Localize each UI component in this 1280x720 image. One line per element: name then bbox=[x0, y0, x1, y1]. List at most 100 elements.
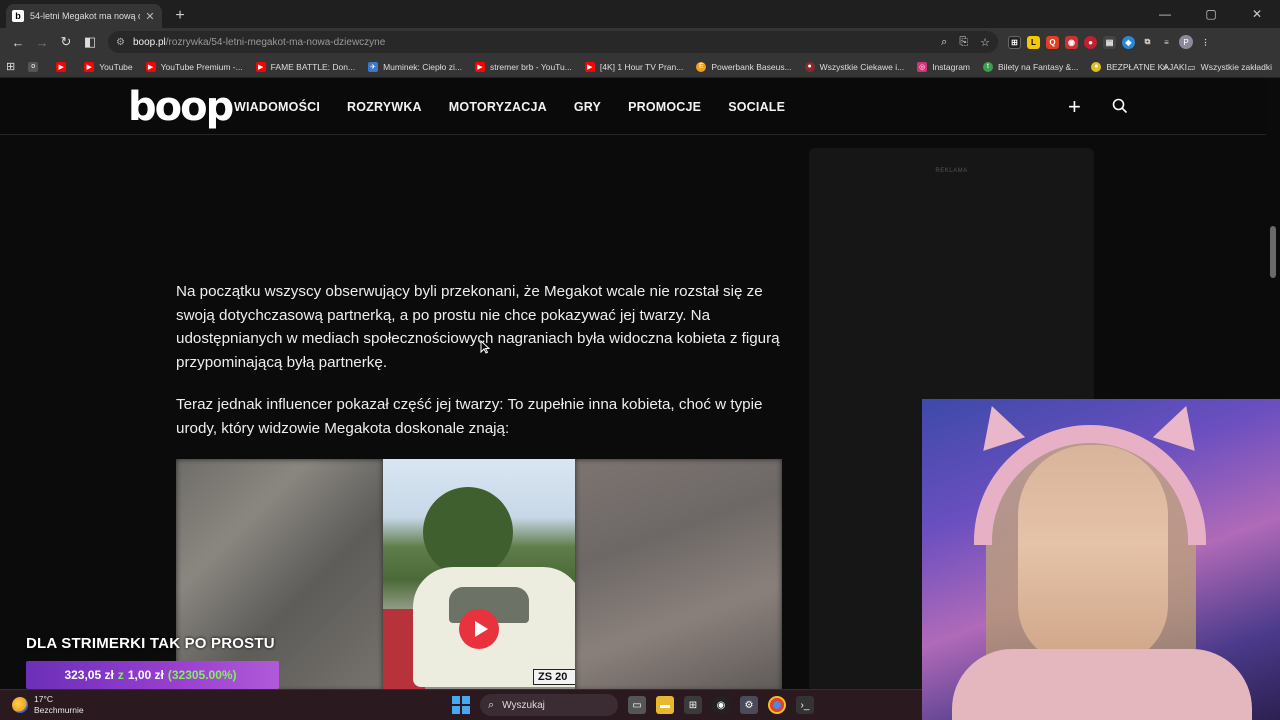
tab-close-icon[interactable]: ✕ bbox=[144, 10, 156, 23]
tab-title: 54-letni Megakot ma nową dzie bbox=[30, 11, 140, 21]
site-header: boop WIADOMOŚCI ROZRYWKA MOTORYZACJA GRY… bbox=[0, 79, 1280, 135]
nav-item-promocje[interactable]: PROMOCJE bbox=[628, 100, 701, 114]
bookmark-label: Instagram bbox=[932, 61, 970, 72]
url-path: /rozrywka/54-letni-megakot-ma-nowa-dziew… bbox=[165, 36, 386, 48]
steam-icon: ✈ bbox=[368, 61, 379, 72]
webcam-overlay bbox=[922, 399, 1280, 720]
scrollbar-thumb[interactable] bbox=[1270, 226, 1276, 278]
tab-active[interactable]: b 54-letni Megakot ma nową dzie ✕ bbox=[6, 4, 162, 28]
nav-item-sociale[interactable]: SOCIALE bbox=[728, 100, 785, 114]
taskbar-search-input[interactable]: ⌕ Wyszukaj bbox=[480, 694, 618, 716]
bookmark-item[interactable]: ▶ YouTube Premium -... bbox=[145, 61, 243, 72]
bookmark-label: YouTube bbox=[99, 61, 133, 72]
bookmark-star-icon[interactable]: ☆ bbox=[980, 36, 990, 49]
forward-arrow-icon[interactable]: → bbox=[30, 30, 54, 54]
donation-goal-widget: DLA STRIMERKI TAK PO PROSTU 323,05 zł z … bbox=[26, 635, 279, 689]
bookmark-item[interactable]: t Bilety na Fantasy &... bbox=[983, 61, 1078, 72]
minimize-button[interactable]: — bbox=[1142, 0, 1188, 28]
bookmark-item[interactable]: ▶ FAME BATTLE: Don... bbox=[255, 61, 355, 72]
bookmark-item[interactable]: ◎ Instagram bbox=[917, 61, 970, 72]
bookmark-label: YouTube Premium -... bbox=[160, 61, 243, 72]
extension-icon[interactable]: ◉ bbox=[1065, 35, 1078, 49]
search-icon[interactable] bbox=[1112, 98, 1128, 114]
zoom-icon[interactable]: ⌕ bbox=[941, 36, 947, 49]
chrome-icon[interactable] bbox=[768, 696, 786, 714]
donation-separator: z bbox=[117, 668, 124, 682]
nav-item-wiadomosci[interactable]: WIADOMOŚCI bbox=[234, 100, 320, 114]
more-bookmarks-chevron-icon[interactable]: » bbox=[1162, 62, 1168, 73]
windows-start-icon[interactable] bbox=[452, 696, 470, 714]
install-app-icon[interactable]: ⎘ bbox=[959, 36, 968, 49]
back-arrow-icon[interactable]: ← bbox=[6, 30, 30, 54]
apps-grid-icon[interactable]: ⊞ bbox=[6, 60, 15, 73]
bookmark-item[interactable]: ▶ YouTube bbox=[84, 61, 133, 72]
tab-strip: b 54-letni Megakot ma nową dzie ✕ + — ▢ … bbox=[0, 0, 1280, 28]
article-body: Na początku wszyscy obserwujący byli prz… bbox=[176, 280, 786, 459]
media-icon[interactable]: ≡ bbox=[1160, 36, 1173, 49]
donation-percent: (32305.00%) bbox=[167, 668, 237, 682]
side-panel-icon[interactable]: ◧ bbox=[78, 30, 102, 54]
bookmark-label: [4K] 1 Hour TV Pran... bbox=[599, 61, 684, 72]
bookmarks-bar: ⊞ o ▶ ▶ YouTube ▶ YouTube Premium -... ▶ FA… bbox=[0, 56, 1280, 78]
extension-icon[interactable]: ⊞ bbox=[1008, 35, 1021, 49]
store-icon[interactable]: ⊞ bbox=[684, 696, 702, 714]
nav-item-motoryzacja[interactable]: MOTORYZACJA bbox=[449, 100, 547, 114]
file-explorer-icon[interactable]: ▬ bbox=[656, 696, 674, 714]
window-controls: — ▢ ✕ bbox=[1142, 0, 1280, 28]
new-tab-button[interactable]: + bbox=[172, 7, 188, 25]
bookmark-item[interactable]: ▶ bbox=[56, 61, 71, 72]
bookmark-label: stremer brb - YouTu... bbox=[489, 61, 572, 72]
search-icon: ⌕ bbox=[488, 698, 495, 711]
menu-kebab-icon[interactable]: ⋮ bbox=[1199, 36, 1212, 49]
bookmark-item[interactable]: o bbox=[28, 61, 43, 72]
shop-icon: E bbox=[696, 61, 707, 72]
close-window-button[interactable]: ✕ bbox=[1234, 0, 1280, 28]
site-info-icon[interactable]: ⚙ bbox=[116, 37, 125, 48]
youtube-icon: ▶ bbox=[84, 61, 95, 72]
article-paragraph: Na początku wszyscy obserwujący byli prz… bbox=[176, 283, 780, 371]
bookmarks-right: » ▭ Wszystkie zakładki bbox=[1162, 56, 1272, 77]
nav-item-rozrywka[interactable]: ROZRYWKA bbox=[347, 100, 422, 114]
boop-logo[interactable]: boop bbox=[128, 84, 234, 130]
bookmark-favicon-icon: o bbox=[28, 61, 39, 72]
weather-temp: 17°C bbox=[34, 694, 53, 704]
taskbar-center: ⌕ Wyszukaj ▭ ▬ ⊞ ◉ ⚙ ›_ bbox=[452, 694, 814, 716]
all-bookmarks-label: Wszystkie zakładki bbox=[1200, 62, 1272, 72]
donation-title: DLA STRIMERKI TAK PO PROSTU bbox=[26, 635, 275, 652]
terminal-icon[interactable]: ›_ bbox=[796, 696, 814, 714]
extension-icon[interactable]: Q bbox=[1046, 35, 1059, 49]
extensions-puzzle-icon[interactable]: ⧉ bbox=[1141, 36, 1154, 49]
settings-gear-icon[interactable]: ⚙ bbox=[740, 696, 758, 714]
play-button-icon[interactable] bbox=[459, 609, 499, 649]
extension-icon[interactable]: ● bbox=[1084, 35, 1097, 49]
site-dot-icon: ● bbox=[1091, 61, 1102, 72]
plus-icon[interactable]: + bbox=[1068, 96, 1081, 118]
main-nav: WIADOMOŚCI ROZRYWKA MOTORYZACJA GRY PROM… bbox=[234, 79, 785, 135]
bookmark-item[interactable]: ▶ [4K] 1 Hour TV Pran... bbox=[584, 61, 684, 72]
reload-icon[interactable]: ↻ bbox=[54, 30, 78, 54]
youtube-icon: ▶ bbox=[474, 61, 485, 72]
extension-icon[interactable]: L bbox=[1027, 35, 1040, 49]
bookmark-item[interactable]: ▶ stremer brb - YouTu... bbox=[474, 61, 572, 72]
extensions-area: ⊞ L Q ◉ ● ▤ ◈ ⧉ ≡ P ⋮ bbox=[1008, 35, 1212, 49]
browser-toolbar: ← → ↻ ◧ ⚙ boop.pl /rozrywka/54-letni-meg… bbox=[0, 28, 1280, 56]
maximize-button[interactable]: ▢ bbox=[1188, 0, 1234, 28]
task-view-icon[interactable]: ▭ bbox=[628, 696, 646, 714]
weather-widget[interactable]: 17°C Bezchmurnie bbox=[12, 694, 84, 716]
bookmark-item[interactable]: ✈ Muminek: Ciepło zi... bbox=[368, 61, 462, 72]
nav-item-gry[interactable]: GRY bbox=[574, 100, 601, 114]
all-bookmarks-folder[interactable]: ▭ Wszystkie zakładki bbox=[1188, 62, 1272, 73]
extension-icon[interactable]: ◈ bbox=[1122, 35, 1135, 49]
profile-avatar[interactable]: P bbox=[1179, 35, 1193, 49]
blurred-background-right bbox=[575, 459, 782, 691]
bookmark-item[interactable]: E Powerbank Baseus... bbox=[696, 61, 792, 72]
video-thumbnail[interactable]: ZS 20 bbox=[383, 459, 575, 691]
license-plate: ZS 20 bbox=[533, 669, 575, 685]
address-bar[interactable]: ⚙ boop.pl /rozrywka/54-letni-megakot-ma-… bbox=[108, 31, 998, 53]
bookmark-item[interactable]: ● Wszystkie Ciekawe i... bbox=[804, 61, 904, 72]
extension-icon[interactable]: ▤ bbox=[1103, 35, 1116, 49]
shirt-shape bbox=[952, 649, 1252, 720]
obs-icon[interactable]: ◉ bbox=[712, 696, 730, 714]
taskbar-search-placeholder: Wyszukaj bbox=[502, 699, 545, 711]
instagram-icon: ◎ bbox=[917, 61, 928, 72]
